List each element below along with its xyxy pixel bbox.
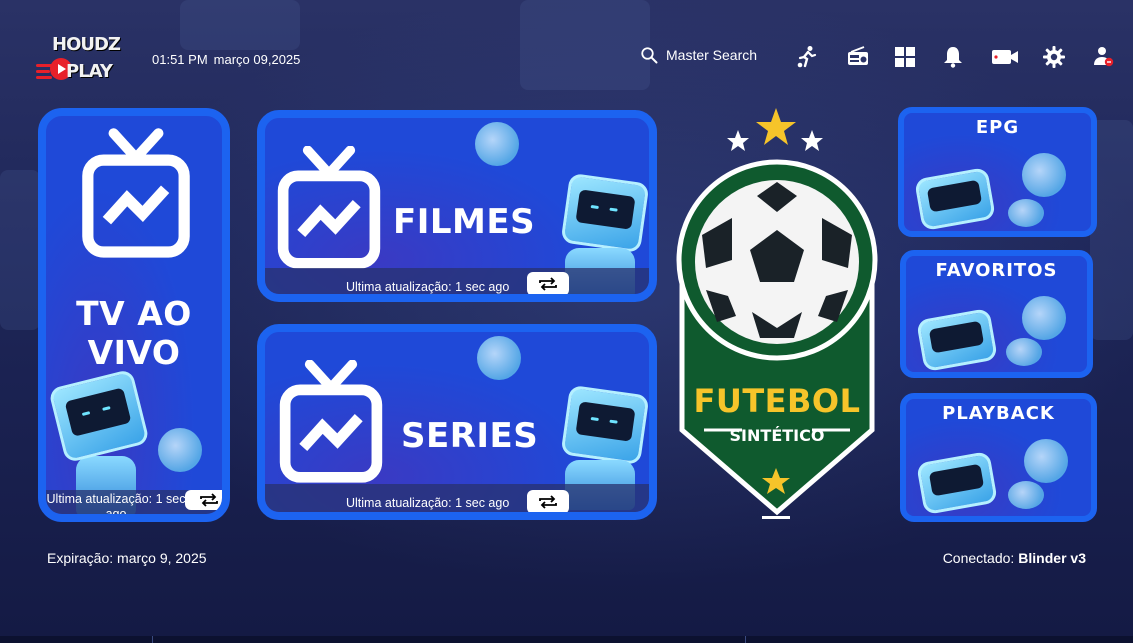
robot-image [560, 172, 649, 254]
robot-image [1008, 481, 1044, 509]
bell-icon [944, 47, 962, 68]
search-label: Master Search [666, 47, 758, 63]
logo-streak [36, 76, 52, 79]
logo-text-bottom: PLAY [66, 61, 113, 82]
filmes-update-text: Ultima atualização: 1 sec ago [346, 280, 510, 294]
playback-title: PLAYBACK [942, 403, 1055, 424]
grid-button[interactable] [892, 44, 918, 70]
background-shape [0, 170, 40, 330]
connected-label: Conectado: [942, 550, 1015, 566]
favoritos-tile[interactable]: FAVORITOS [900, 250, 1093, 378]
epg-tile[interactable]: EPG [898, 107, 1097, 237]
series-update-text: Ultima atualização: 1 sec ago [346, 496, 510, 510]
recording-icon [992, 50, 1018, 64]
clock-time: 01:51 PM [152, 52, 208, 67]
gear-icon [1043, 46, 1065, 68]
connection-status: Conectado: Blinder v3 [943, 550, 1086, 566]
tv-icon [279, 360, 383, 483]
focus-indicator [762, 516, 790, 519]
futebol-title: FUTEBOL [693, 382, 861, 420]
refresh-icon [539, 495, 557, 509]
strip-divider [152, 636, 153, 643]
settings-button[interactable] [1041, 44, 1067, 70]
series-refresh-button[interactable] [527, 490, 569, 512]
grid-icon [895, 47, 915, 67]
robot-image [1022, 153, 1066, 197]
expiration-text: Expiração: março 9, 2025 [47, 550, 207, 566]
tv-update-text: Ultima atualização: 1 sec ago [46, 492, 186, 521]
robot-visor [928, 464, 985, 497]
robot-image [158, 428, 202, 472]
robot-visor [575, 188, 636, 230]
favoritos-title: FAVORITOS [935, 260, 1058, 281]
refresh-icon [200, 493, 218, 507]
robot-visor [575, 400, 636, 442]
tv-ao-vivo-title: TV AO VIVO [76, 294, 192, 372]
robot-image [1008, 199, 1044, 227]
logo-streak [36, 70, 50, 73]
background-shape [520, 0, 650, 90]
refresh-icon [539, 277, 557, 291]
robot-image [1024, 439, 1068, 483]
futebol-subtitle: SINTÉTICO [729, 426, 825, 445]
user-switch-icon [1094, 47, 1114, 67]
playback-tile[interactable]: PLAYBACK [900, 393, 1097, 522]
radio-icon [848, 46, 868, 65]
background-shape [180, 0, 300, 50]
clock-date: março 09,2025 [213, 52, 301, 67]
filmes-update-bar: Ultima atualização: 1 sec ago [265, 268, 649, 294]
series-update-bar: Ultima atualização: 1 sec ago [265, 484, 649, 512]
connected-server: Blinder v3 [1018, 550, 1086, 566]
futebol-sintetico-tile[interactable]: FUTEBOL SINTÉTICO [672, 100, 882, 524]
robot-visor [928, 321, 985, 354]
notifications-button[interactable] [940, 44, 966, 70]
robot-visor [64, 386, 132, 437]
strip-divider [745, 636, 746, 643]
tv-refresh-button[interactable] [185, 490, 222, 510]
robot-image [1006, 338, 1042, 366]
robot-image [477, 336, 521, 380]
robot-image [1022, 296, 1066, 340]
filmes-title: FILMES [393, 202, 536, 242]
recording-button[interactable] [990, 44, 1020, 70]
app-logo: HOUDZ PLAY [36, 34, 121, 86]
epg-title: EPG [975, 117, 1020, 138]
robot-visor [926, 180, 983, 213]
filmes-refresh-button[interactable] [527, 272, 569, 294]
football-badge-icon [676, 108, 878, 516]
robot-image [560, 384, 649, 466]
series-tile[interactable]: SERIES Ultima atualização: 1 sec ago [257, 324, 657, 520]
master-search-button[interactable]: Master Search [640, 46, 757, 64]
sports-button[interactable] [794, 44, 820, 70]
clock: 01:51 PM março 09,2025 [152, 52, 306, 67]
tv-ao-vivo-tile[interactable]: TV AO VIVO Ultima atualização: 1 sec ago [38, 108, 230, 522]
sports-icon [797, 46, 817, 68]
search-icon [641, 47, 658, 64]
switch-user-button[interactable] [1090, 44, 1116, 70]
tv-icon [82, 128, 190, 258]
radio-button[interactable] [845, 44, 871, 70]
tv-icon [277, 146, 381, 269]
robot-image [475, 122, 519, 166]
bottom-strip [0, 636, 1133, 643]
logo-text-top: HOUDZ [52, 34, 121, 55]
filmes-tile[interactable]: FILMES Ultima atualização: 1 sec ago [257, 110, 657, 302]
series-title: SERIES [401, 416, 539, 456]
